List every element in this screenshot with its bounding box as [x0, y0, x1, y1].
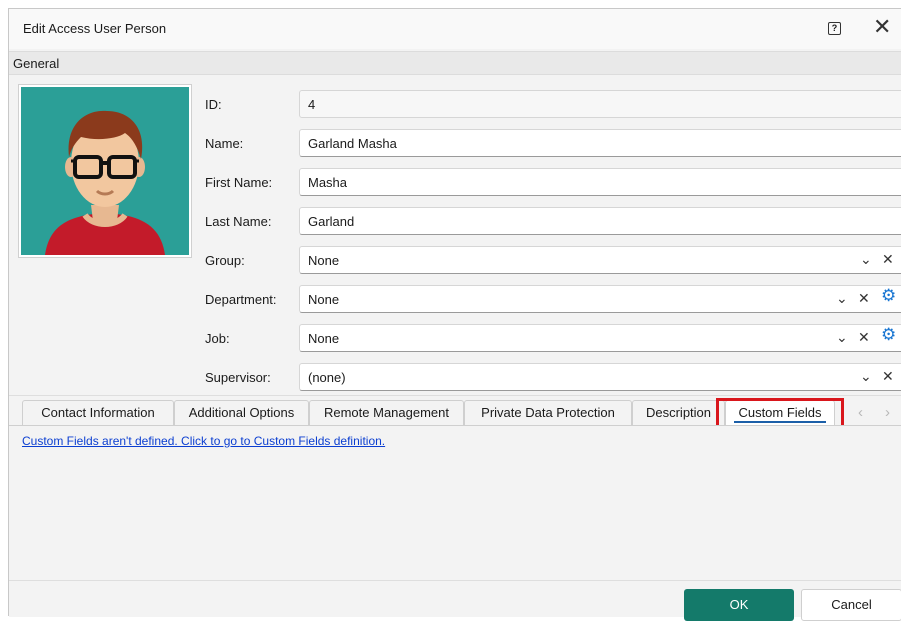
clear-icon[interactable]: ✕ — [882, 367, 894, 385]
chevron-down-icon[interactable]: ⌄ — [860, 367, 872, 385]
close-icon[interactable]: ✕ — [873, 16, 891, 38]
gear-icon[interactable]: ⚙ — [881, 287, 896, 305]
tab-private-data-protection[interactable]: Private Data Protection — [464, 400, 632, 426]
id-value: 4 — [308, 97, 316, 112]
group-value: None — [308, 253, 340, 268]
department-select[interactable]: None ⌄ ✕ ⚙ — [299, 285, 901, 313]
department-value: None — [308, 292, 340, 307]
id-field: 4 — [299, 90, 901, 118]
last-name-label: Last Name: — [205, 214, 272, 229]
ok-button[interactable]: OK — [684, 589, 794, 621]
tab-next-icon[interactable]: › — [885, 404, 890, 421]
clear-icon[interactable]: ✕ — [858, 328, 870, 346]
title-bar: Edit Access User Person ? ✕ — [9, 9, 901, 49]
first-name-input[interactable]: Masha — [299, 168, 901, 196]
user-photo[interactable] — [18, 84, 192, 258]
tab-remote-management[interactable]: Remote Management — [309, 400, 464, 426]
name-input[interactable]: Garland Masha — [299, 129, 901, 157]
supervisor-label: Supervisor: — [205, 370, 271, 385]
custom-fields-definition-link[interactable]: Custom Fields aren't defined. Click to g… — [22, 434, 385, 448]
general-section-header: General — [9, 51, 901, 75]
id-label: ID: — [205, 97, 222, 112]
cancel-button[interactable]: Cancel — [801, 589, 901, 621]
department-label: Department: — [205, 292, 277, 307]
gear-icon[interactable]: ⚙ — [881, 326, 896, 344]
last-name-input[interactable]: Garland — [299, 207, 901, 235]
general-panel: ID: 4 Name: Garland Masha First Name: Ma… — [9, 75, 901, 395]
group-label: Group: — [205, 253, 245, 268]
clear-icon[interactable]: ✕ — [858, 289, 870, 307]
supervisor-value: (none) — [308, 370, 346, 385]
tab-contact-information[interactable]: Contact Information — [22, 400, 174, 426]
edit-access-user-dialog: Edit Access User Person ? ✕ General ID: … — [8, 8, 901, 621]
first-name-label: First Name: — [205, 175, 273, 190]
chevron-down-icon[interactable]: ⌄ — [860, 250, 872, 268]
name-value: Garland Masha — [308, 136, 397, 151]
dialog-footer: OK Cancel — [9, 581, 901, 621]
tab-description[interactable]: Description — [632, 400, 725, 426]
last-name-value: Garland — [308, 214, 355, 229]
dialog-title: Edit Access User Person — [23, 21, 167, 36]
tab-prev-icon[interactable]: ‹ — [858, 404, 863, 421]
group-select[interactable]: None ⌄ ✕ — [299, 246, 901, 274]
tab-additional-options[interactable]: Additional Options — [174, 400, 309, 426]
job-label: Job: — [205, 331, 230, 346]
name-label: Name: — [205, 136, 244, 151]
clear-icon[interactable]: ✕ — [882, 250, 894, 268]
job-select[interactable]: None ⌄ ✕ ⚙ — [299, 324, 901, 352]
job-value: None — [308, 331, 340, 346]
help-icon[interactable]: ? — [828, 22, 841, 35]
chevron-down-icon[interactable]: ⌄ — [836, 289, 848, 307]
tab-content-panel: Custom Fields aren't defined. Click to g… — [9, 425, 901, 581]
first-name-value: Masha — [308, 175, 348, 190]
supervisor-select[interactable]: (none) ⌄ ✕ — [299, 363, 901, 391]
chevron-down-icon[interactable]: ⌄ — [836, 328, 848, 346]
avatar-icon — [21, 87, 189, 255]
section-title: General — [13, 56, 60, 71]
